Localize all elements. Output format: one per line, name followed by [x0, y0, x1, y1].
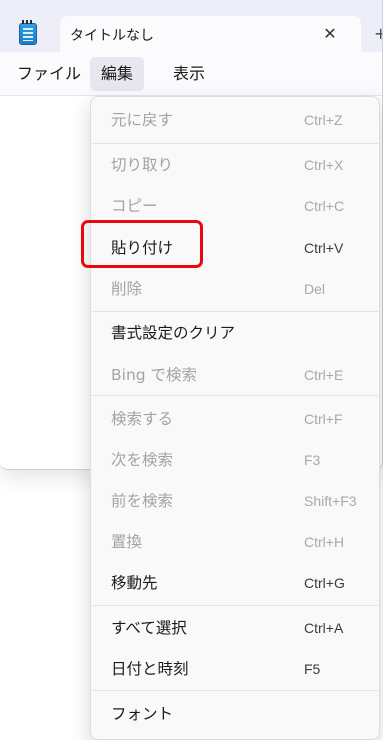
menu-item-undo[interactable]: 元に戻す Ctrl+Z: [96, 102, 374, 138]
menu-item-label: 削除: [111, 280, 143, 298]
menu-item-delete[interactable]: 削除 Del: [96, 271, 374, 307]
tab-title: タイトルなし: [70, 28, 154, 44]
close-tab-icon[interactable]: ✕: [318, 22, 342, 46]
menu-item-label: Bing で検索: [111, 366, 198, 384]
menu-separator: [92, 143, 378, 144]
menu-item-shortcut: Ctrl+Z: [304, 112, 343, 128]
menu-item-label: フォント: [111, 705, 174, 723]
menu-file[interactable]: ファイル: [6, 57, 92, 91]
menu-item-find-next[interactable]: 次を検索 F3: [96, 442, 374, 478]
title-bar: タイトルなし ✕ +: [0, 0, 382, 52]
menu-item-font[interactable]: フォント: [96, 696, 374, 732]
tab-untitled[interactable]: タイトルなし ✕: [60, 16, 361, 52]
menu-separator: [92, 395, 378, 396]
menu-edit[interactable]: 編集: [90, 57, 145, 91]
menu-separator: [92, 311, 378, 312]
menu-item-label: 置換: [111, 533, 143, 551]
highlight-box: [81, 220, 203, 268]
menu-item-go-to[interactable]: 移動先 Ctrl+G: [96, 565, 374, 601]
menu-item-shortcut: Shift+F3: [304, 493, 357, 509]
menu-item-shortcut: Ctrl+E: [304, 367, 344, 383]
menu-item-label: 次を検索: [111, 451, 174, 469]
menu-item-search-bing[interactable]: Bing で検索 Ctrl+E: [96, 357, 374, 393]
menu-separator: [92, 690, 378, 691]
menu-item-shortcut: Ctrl+F: [304, 411, 343, 427]
menu-item-shortcut: Ctrl+V: [304, 240, 344, 256]
menu-separator: [92, 605, 378, 606]
menu-item-date-time[interactable]: 日付と時刻 F5: [96, 651, 374, 687]
menu-item-replace[interactable]: 置換 Ctrl+H: [96, 524, 374, 560]
menu-item-label: 書式設定のクリア: [111, 324, 236, 342]
menu-item-cut[interactable]: 切り取り Ctrl+X: [96, 147, 374, 183]
menu-item-shortcut: Ctrl+A: [304, 620, 344, 636]
menu-item-label: すべて選択: [111, 619, 187, 637]
menu-item-label: 検索する: [111, 410, 174, 428]
menu-item-label: 前を検索: [111, 492, 174, 510]
menu-item-find-previous[interactable]: 前を検索 Shift+F3: [96, 483, 374, 519]
menu-bar: ファイル 編集 表示: [0, 52, 382, 96]
menu-item-select-all[interactable]: すべて選択 Ctrl+A: [96, 610, 374, 646]
menu-item-clear-formatting[interactable]: 書式設定のクリア: [96, 315, 374, 351]
menu-item-label: 切り取り: [111, 156, 174, 174]
menu-item-shortcut: Ctrl+C: [304, 198, 345, 214]
menu-view[interactable]: 表示: [162, 57, 216, 91]
menu-item-find[interactable]: 検索する Ctrl+F: [96, 401, 374, 437]
menu-item-shortcut: F5: [304, 661, 321, 677]
menu-item-shortcut: Ctrl+X: [304, 157, 344, 173]
notepad-icon: [19, 20, 37, 45]
menu-item-shortcut: F3: [304, 452, 321, 468]
menu-item-label: 移動先: [111, 574, 158, 592]
new-tab-icon[interactable]: +: [374, 24, 382, 43]
menu-item-label: コピー: [111, 197, 158, 215]
edit-menu-dropdown: 元に戻す Ctrl+Z 切り取り Ctrl+X コピー Ctrl+C 貼り付け …: [90, 96, 380, 740]
menu-item-label: 元に戻す: [111, 111, 174, 129]
menu-item-shortcut: Ctrl+G: [304, 575, 345, 591]
menu-item-shortcut: Del: [304, 281, 326, 297]
menu-item-shortcut: Ctrl+H: [304, 534, 345, 550]
menu-item-copy[interactable]: コピー Ctrl+C: [96, 188, 374, 224]
menu-item-label: 日付と時刻: [111, 660, 189, 678]
